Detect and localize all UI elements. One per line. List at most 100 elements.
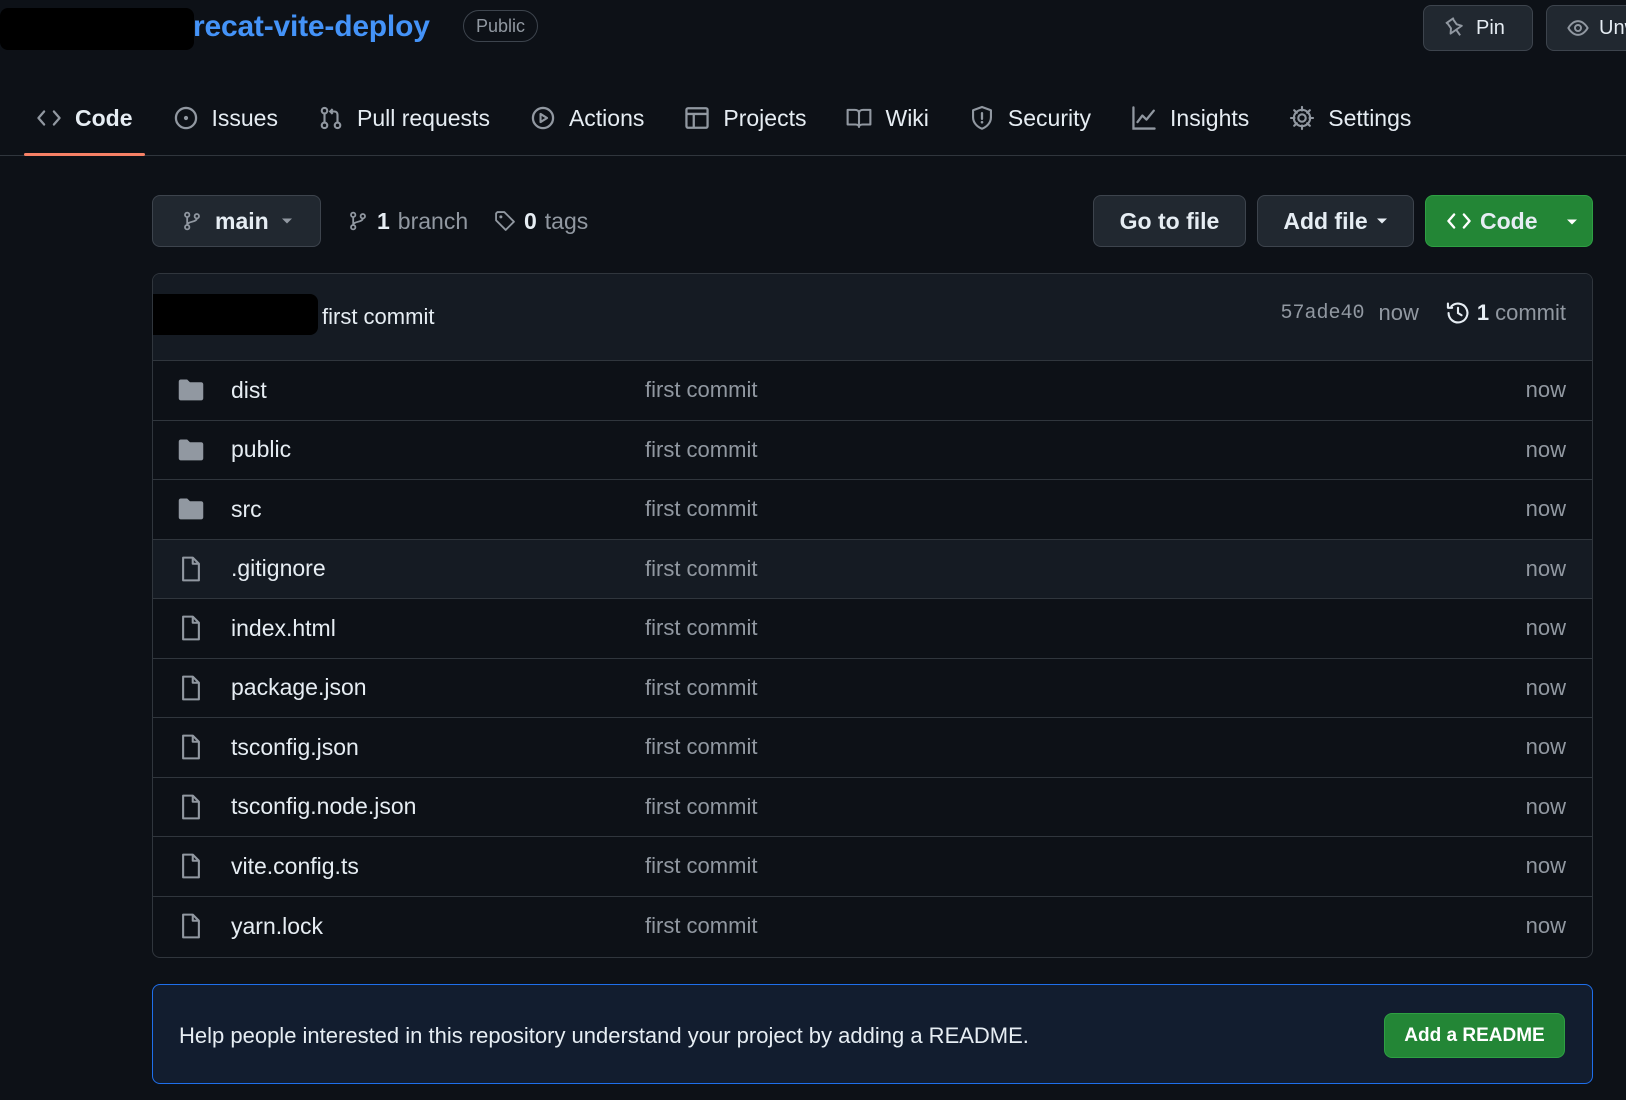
add-readme-button[interactable]: Add a README bbox=[1384, 1013, 1565, 1058]
shield-icon bbox=[969, 105, 995, 131]
table-icon bbox=[684, 105, 710, 131]
file-commit-message[interactable]: first commit bbox=[645, 853, 757, 879]
file-row-vite-config-ts[interactable]: vite.config.ts first commit now bbox=[153, 837, 1592, 897]
tag-word: tags bbox=[544, 207, 589, 234]
tab-pull-requests[interactable]: Pull requests bbox=[306, 90, 502, 146]
file-commit-message[interactable]: first commit bbox=[645, 437, 757, 463]
file-row-gitignore[interactable]: .gitignore first commit now bbox=[153, 539, 1592, 599]
tab-label: Projects bbox=[723, 104, 807, 131]
file-name[interactable]: vite.config.ts bbox=[231, 853, 359, 880]
file-row-index-html[interactable]: index.html first commit now bbox=[153, 599, 1592, 659]
file-icon bbox=[177, 733, 205, 761]
file-commit-message[interactable]: first commit bbox=[645, 496, 757, 522]
branch-select-button[interactable]: main bbox=[152, 195, 321, 247]
file-row-tsconfig-node-json[interactable]: tsconfig.node.json first commit now bbox=[153, 778, 1592, 837]
commit-history-link[interactable]: 1 commit bbox=[1445, 300, 1566, 326]
file-icon bbox=[177, 852, 205, 880]
file-name[interactable]: index.html bbox=[231, 615, 336, 642]
caret-down-icon bbox=[1566, 218, 1578, 226]
latest-commit-message[interactable]: first commit bbox=[322, 304, 434, 330]
eye-icon bbox=[1567, 17, 1589, 39]
go-to-file-button[interactable]: Go to file bbox=[1093, 195, 1246, 247]
play-icon bbox=[530, 105, 556, 131]
file-name[interactable]: tsconfig.node.json bbox=[231, 793, 416, 820]
tab-projects[interactable]: Projects bbox=[672, 90, 818, 146]
tab-issues[interactable]: Issues bbox=[161, 90, 290, 146]
commit-time: now bbox=[1378, 300, 1419, 325]
file-row-package-json[interactable]: package.json first commit now bbox=[153, 659, 1592, 718]
pull-request-icon bbox=[318, 105, 344, 131]
file-commit-time: now bbox=[1525, 913, 1566, 939]
caret-down-icon bbox=[281, 217, 293, 225]
pin-label: Pin bbox=[1476, 16, 1505, 39]
file-commit-time: now bbox=[1525, 615, 1566, 641]
file-row-tsconfig-json[interactable]: tsconfig.json first commit now bbox=[153, 718, 1592, 778]
tab-actions[interactable]: Actions bbox=[518, 90, 656, 146]
file-list: first commit 57ade40 now 1 commit dist f… bbox=[152, 273, 1593, 958]
file-icon bbox=[177, 912, 205, 940]
file-commit-time: now bbox=[1525, 496, 1566, 522]
file-commit-message[interactable]: first commit bbox=[645, 675, 757, 701]
add-file-button[interactable]: Add file bbox=[1257, 195, 1414, 247]
caret-down-icon bbox=[1376, 217, 1388, 225]
tab-label: Wiki bbox=[885, 104, 929, 131]
file-name[interactable]: tsconfig.json bbox=[231, 734, 359, 761]
branch-word: branch bbox=[397, 207, 469, 234]
readme-banner: Help people interested in this repositor… bbox=[152, 984, 1593, 1084]
file-commit-time: now bbox=[1525, 793, 1566, 819]
file-name[interactable]: dist bbox=[231, 377, 267, 404]
file-row-dist[interactable]: dist first commit now bbox=[153, 361, 1592, 421]
file-commit-time: now bbox=[1525, 853, 1566, 879]
file-commit-message[interactable]: first commit bbox=[645, 377, 757, 403]
file-commit-message[interactable]: first commit bbox=[645, 556, 757, 582]
file-commit-message[interactable]: first commit bbox=[645, 615, 757, 641]
file-commit-message[interactable]: first commit bbox=[645, 913, 757, 939]
file-row-yarn-lock[interactable]: yarn.lock first commit now bbox=[153, 897, 1592, 957]
tab-settings[interactable]: Settings bbox=[1277, 90, 1423, 146]
file-commit-time: now bbox=[1525, 377, 1566, 403]
tab-insights[interactable]: Insights bbox=[1119, 90, 1261, 146]
tab-label: Security bbox=[1007, 104, 1092, 131]
branch-count: 1 bbox=[377, 207, 390, 234]
tab-security[interactable]: Security bbox=[957, 90, 1103, 146]
commit-sha-link[interactable]: 57ade40 bbox=[1280, 302, 1364, 325]
file-name[interactable]: src bbox=[231, 496, 262, 523]
folder-icon bbox=[177, 436, 205, 464]
repo-name-link[interactable]: recat-vite-deploy bbox=[193, 8, 430, 46]
repo-tabs: Code Issues Pull requests Actions Projec… bbox=[0, 90, 1439, 156]
tab-code[interactable]: Code bbox=[24, 90, 145, 156]
file-icon bbox=[177, 674, 205, 702]
file-commit-message[interactable]: first commit bbox=[645, 734, 757, 760]
latest-commit-bar: first commit 57ade40 now 1 commit bbox=[153, 274, 1592, 361]
folder-icon bbox=[177, 376, 205, 404]
tag-count: 0 bbox=[524, 207, 537, 234]
repo-header: recat-vite-deploy Public Pin Unwatch Cod… bbox=[0, 0, 1626, 156]
branches-link[interactable]: 1 branch bbox=[347, 195, 468, 247]
readme-prompt-text: Help people interested in this repositor… bbox=[179, 1023, 1029, 1048]
tab-label: Pull requests bbox=[356, 104, 490, 131]
file-commit-message[interactable]: first commit bbox=[645, 794, 757, 820]
watch-label: Unwatch bbox=[1599, 16, 1626, 39]
tags-link[interactable]: 0 tags bbox=[494, 195, 588, 247]
commit-count-word: commit bbox=[1495, 300, 1566, 325]
tab-label: Insights bbox=[1170, 104, 1250, 131]
file-commit-time: now bbox=[1525, 555, 1566, 581]
file-name[interactable]: package.json bbox=[231, 674, 367, 701]
redacted-author bbox=[153, 294, 318, 335]
pin-button[interactable]: Pin bbox=[1423, 5, 1533, 51]
file-name[interactable]: yarn.lock bbox=[231, 913, 323, 940]
commit-count: 1 bbox=[1476, 300, 1490, 325]
tab-label: Code bbox=[75, 104, 133, 131]
graph-icon bbox=[1131, 105, 1157, 131]
tab-wiki[interactable]: Wiki bbox=[834, 90, 940, 146]
file-row-public[interactable]: public first commit now bbox=[153, 421, 1592, 480]
watch-button[interactable]: Unwatch bbox=[1546, 5, 1626, 51]
code-dropdown-button[interactable]: Code bbox=[1425, 195, 1593, 247]
file-toolbar: main 1 branch 0 tags Go to file Add file… bbox=[152, 195, 1593, 247]
file-icon bbox=[177, 614, 205, 642]
file-name[interactable]: public bbox=[231, 436, 291, 463]
file-name[interactable]: .gitignore bbox=[231, 555, 326, 582]
file-icon bbox=[177, 555, 205, 583]
file-row-src[interactable]: src first commit now bbox=[153, 480, 1592, 540]
file-commit-time: now bbox=[1525, 734, 1566, 760]
